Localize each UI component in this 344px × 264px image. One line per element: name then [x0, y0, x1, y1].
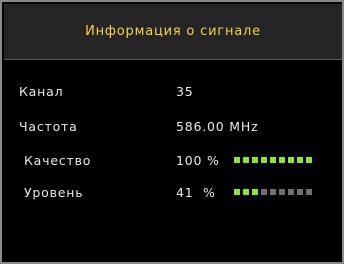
row-quality: Качество 100 %: [2, 153, 342, 171]
level-value: 41 %: [176, 185, 216, 200]
level-label: Уровень: [24, 185, 84, 200]
quality-bar-segment-on: [252, 157, 258, 163]
panel-title: Информация о сигнале: [85, 24, 261, 39]
frequency-label: Частота: [19, 119, 78, 134]
row-channel: Канал 35: [2, 84, 342, 102]
row-level: Уровень 41 %: [2, 185, 342, 203]
channel-value: 35: [176, 84, 194, 99]
channel-label: Канал: [19, 84, 64, 99]
level-bar-segment-off: [297, 189, 303, 195]
level-bar: [234, 189, 315, 195]
quality-bar-segment-on: [297, 157, 303, 163]
level-bar-segment-off: [261, 189, 267, 195]
quality-bar-segment-on: [243, 157, 249, 163]
quality-bar-segment-on: [234, 157, 240, 163]
level-bar-segment-off: [288, 189, 294, 195]
quality-label: Качество: [24, 153, 92, 168]
quality-value: 100 %: [176, 153, 220, 168]
level-bar-segment-off: [306, 189, 312, 195]
level-bar-segment-on: [243, 189, 249, 195]
level-bar-segment-on: [252, 189, 258, 195]
frequency-value: 586.00 MHz: [176, 119, 259, 134]
signal-info-panel: Информация о сигнале Канал 35 Частота 58…: [0, 0, 344, 264]
quality-bar: [234, 157, 315, 163]
title-bar: Информация о сигнале: [4, 4, 342, 60]
quality-bar-segment-on: [270, 157, 276, 163]
quality-bar-segment-on: [261, 157, 267, 163]
level-bar-segment-off: [270, 189, 276, 195]
level-bar-segment-off: [279, 189, 285, 195]
quality-bar-segment-on: [306, 157, 312, 163]
level-bar-segment-on: [234, 189, 240, 195]
quality-bar-segment-on: [279, 157, 285, 163]
quality-bar-segment-on: [288, 157, 294, 163]
row-frequency: Частота 586.00 MHz: [2, 119, 342, 137]
